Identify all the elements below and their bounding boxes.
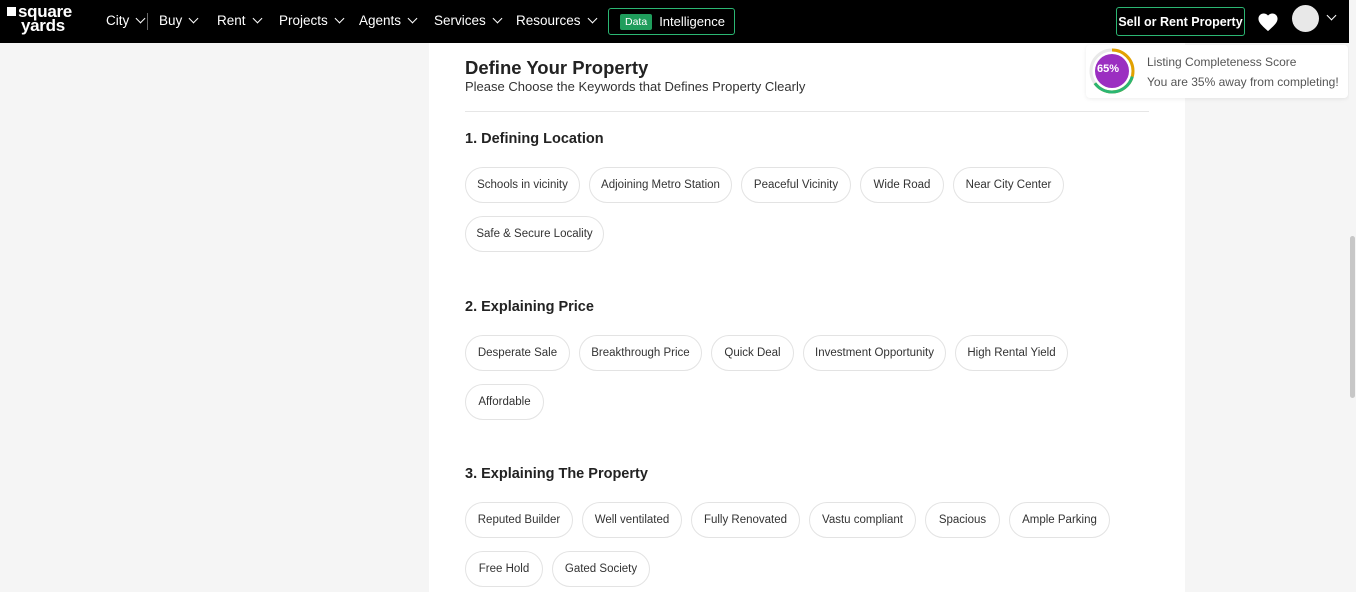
nav-buy[interactable]: Buy [159,13,199,28]
page-title: Define Your Property [465,57,649,78]
logo-square-icon [7,7,16,16]
chip-gated-society[interactable]: Gated Society [552,551,650,587]
chip-free-hold[interactable]: Free Hold [465,551,543,587]
chip-schools-in-vicinity[interactable]: Schools in vicinity [465,167,580,203]
nav-projects[interactable]: Projects [279,13,345,28]
data-intelligence-label: Intelligence [659,14,725,29]
section-title-location: 1. Defining Location [465,131,604,147]
chip-wide-road[interactable]: Wide Road [860,167,944,203]
user-avatar[interactable] [1292,5,1319,32]
nav-city[interactable]: City [106,13,146,28]
page-subtitle: Please Choose the Keywords that Defines … [465,79,806,94]
chip-near-city-center[interactable]: Near City Center [953,167,1064,203]
nav-rent-label: Rent [217,13,246,28]
score-title: Listing Completeness Score [1147,55,1297,69]
nav-services-label: Services [434,13,486,28]
chevron-down-icon [407,13,418,24]
chip-adjoining-metro-station[interactable]: Adjoining Metro Station [589,167,732,203]
nav-services[interactable]: Services [434,13,503,28]
nav-projects-label: Projects [279,13,328,28]
chip-safe-secure-locality[interactable]: Safe & Secure Locality [465,216,604,252]
score-percent: 65% [1096,63,1120,75]
nav-divider [147,13,148,30]
chip-reputed-builder[interactable]: Reputed Builder [465,502,573,538]
listing-completeness-widget: 65% Listing Completeness Score You are 3… [1086,45,1348,98]
logo[interactable]: square yards [7,3,72,35]
chevron-down-icon [492,13,503,24]
chevron-down-icon [587,13,597,24]
chip-peaceful-vicinity[interactable]: Peaceful Vicinity [741,167,851,203]
nav-buy-label: Buy [159,13,183,28]
chip-desperate-sale[interactable]: Desperate Sale [465,335,570,371]
chevron-down-icon [135,13,146,24]
scrollbar-thumb[interactable] [1350,236,1355,398]
data-intelligence-button[interactable]: Data Intelligence [608,8,735,35]
chevron-down-icon [188,13,199,24]
chevron-down-icon[interactable] [1326,10,1337,21]
heart-icon[interactable] [1257,12,1279,32]
score-subtitle: You are 35% away from completing! [1147,75,1339,89]
chip-high-rental-yield[interactable]: High Rental Yield [955,335,1068,371]
top-navbar: square yards City Buy Rent Projects Agen… [0,0,1356,43]
section-title-price: 2. Explaining Price [465,299,594,315]
divider [465,111,1149,112]
section-title-property: 3. Explaining The Property [465,466,648,482]
chip-ample-parking[interactable]: Ample Parking [1009,502,1110,538]
chip-breakthrough-price[interactable]: Breakthrough Price [579,335,702,371]
logo-text-line2: yards [21,16,65,35]
chip-fully-renovated[interactable]: Fully Renovated [691,502,800,538]
chip-quick-deal[interactable]: Quick Deal [711,335,794,371]
chip-spacious[interactable]: Spacious [925,502,1000,538]
nav-city-label: City [106,13,130,28]
chevron-down-icon [252,13,262,24]
nav-agents[interactable]: Agents [359,13,418,28]
sell-or-rent-button[interactable]: Sell or Rent Property [1116,7,1245,36]
chevron-down-icon [334,13,345,24]
chip-investment-opportunity[interactable]: Investment Opportunity [803,335,946,371]
chip-well-ventilated[interactable]: Well ventilated [582,502,682,538]
nav-rent[interactable]: Rent [217,13,262,28]
nav-resources[interactable]: Resources [516,13,597,28]
chip-vastu-compliant[interactable]: Vastu compliant [809,502,916,538]
nav-agents-label: Agents [359,13,402,28]
nav-resources-label: Resources [516,13,581,28]
data-badge: Data [620,13,653,30]
chip-affordable[interactable]: Affordable [465,384,544,420]
